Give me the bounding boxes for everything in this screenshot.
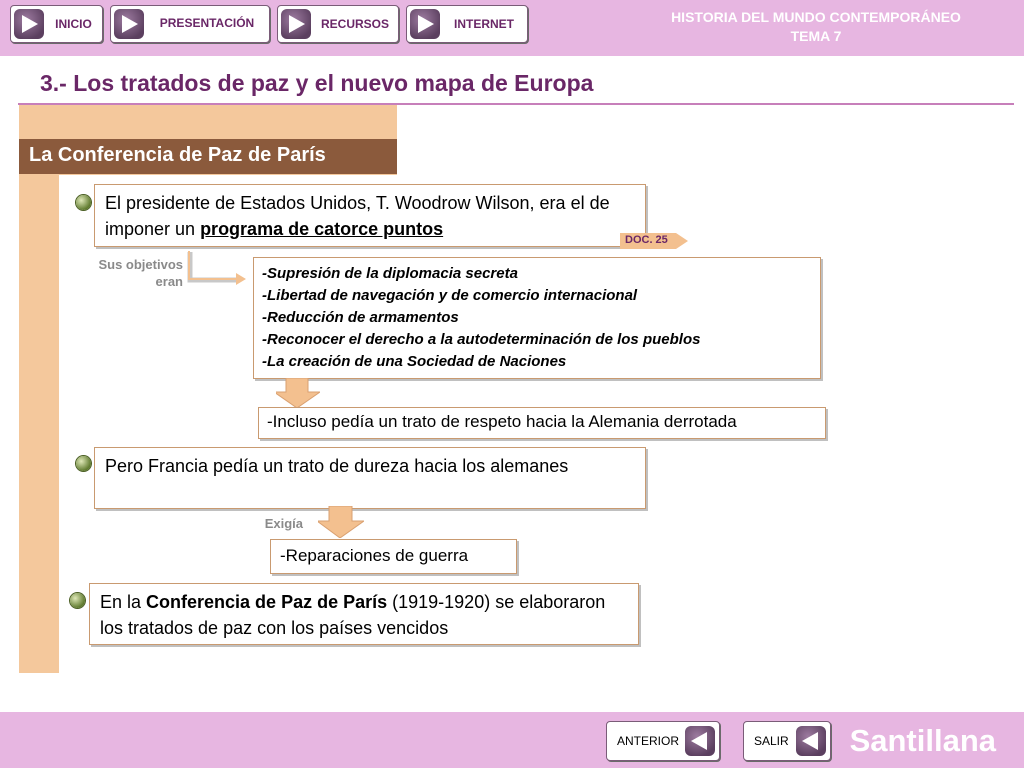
nav-button-label: RECURSOS bbox=[320, 17, 389, 31]
respect-note-box: -Incluso pedía un trato de respeto hacia… bbox=[258, 407, 826, 439]
objective-item: -Libertad de navegación y de comercio in… bbox=[262, 287, 638, 304]
course-header: HISTORIA DEL MUNDO CONTEMPORÁNEO TEMA 7 bbox=[626, 8, 1006, 46]
previous-button-label: ANTERIOR bbox=[617, 734, 680, 748]
objectives-label-line: Sus objetivos bbox=[98, 257, 183, 272]
page-title: 3.- Los tratados de paz y el nuevo mapa … bbox=[40, 70, 594, 96]
course-title: HISTORIA DEL MUNDO CONTEMPORÁNEO bbox=[671, 9, 961, 25]
objective-item: -La creación de una Sociedad de Naciones bbox=[262, 353, 567, 370]
france-text: Pero Francia pedía un trato de dureza ha… bbox=[105, 456, 569, 476]
publisher-logo: Santillana bbox=[849, 723, 996, 758]
objectives-label-line: eran bbox=[155, 274, 183, 289]
reparations-box: -Reparaciones de guerra bbox=[270, 539, 517, 574]
back-arrow-icon bbox=[685, 726, 715, 756]
bullet-icon bbox=[76, 195, 91, 210]
nav-button-label: INICIO bbox=[55, 17, 92, 31]
play-icon bbox=[410, 9, 440, 39]
nav-button-recursos[interactable]: RECURSOS bbox=[277, 5, 399, 43]
france-text-box: Pero Francia pedía un trato de dureza ha… bbox=[94, 447, 646, 509]
play-icon bbox=[281, 9, 311, 39]
bullet-icon bbox=[76, 456, 91, 471]
exigia-label: Exigía bbox=[264, 516, 303, 531]
left-decorative-strip bbox=[19, 105, 59, 673]
back-arrow-icon bbox=[796, 726, 826, 756]
down-arrow-icon bbox=[318, 506, 364, 538]
treaties-text-bold: Conferencia de Paz de París bbox=[146, 592, 388, 612]
objective-item: -Supresión de la diplomacia secreta bbox=[262, 265, 518, 282]
treaties-text-box: En la Conferencia de Paz de París (1919-… bbox=[89, 583, 639, 645]
respect-note: -Incluso pedía un trato de respeto hacia… bbox=[267, 412, 737, 431]
treaties-text-pre: En la bbox=[100, 592, 147, 612]
wilson-text-box: El presidente de Estados Unidos, T. Wood… bbox=[94, 184, 646, 247]
play-icon bbox=[114, 9, 144, 39]
reparations-text: -Reparaciones de guerra bbox=[280, 546, 469, 565]
course-unit: TEMA 7 bbox=[790, 28, 842, 44]
nav-button-internet[interactable]: INTERNET bbox=[406, 5, 528, 43]
objectives-list: -Supresión de la diplomacia secreta -Lib… bbox=[253, 257, 821, 379]
nav-button-label: INTERNET bbox=[454, 17, 514, 31]
nav-button-inicio[interactable]: INICIO bbox=[10, 5, 103, 43]
bullet-icon bbox=[70, 593, 85, 608]
objective-item: -Reconocer el derecho a la autodetermina… bbox=[262, 331, 701, 348]
nav-button-presentacion[interactable]: PRESENTACIÓN bbox=[110, 5, 270, 43]
section-title: La Conferencia de Paz de París bbox=[29, 144, 326, 166]
play-icon bbox=[14, 9, 44, 39]
connector-arrow-icon bbox=[187, 251, 246, 285]
objectives-label: Sus objetivos eran bbox=[60, 256, 183, 290]
doc-tag-label: DOC. 25 bbox=[625, 234, 668, 246]
exit-button[interactable]: SALIR bbox=[743, 721, 831, 761]
nav-button-label: PRESENTACIÓN bbox=[159, 16, 255, 30]
exit-button-label: SALIR bbox=[754, 734, 789, 748]
objective-item: -Reducción de armamentos bbox=[262, 309, 459, 326]
previous-button[interactable]: ANTERIOR bbox=[606, 721, 720, 761]
fourteen-points-link[interactable]: programa de catorce puntos bbox=[200, 219, 443, 239]
section-header: La Conferencia de Paz de París bbox=[19, 139, 397, 174]
down-arrow-icon bbox=[276, 378, 320, 408]
doc-25-button[interactable]: DOC. 25 bbox=[620, 233, 688, 249]
